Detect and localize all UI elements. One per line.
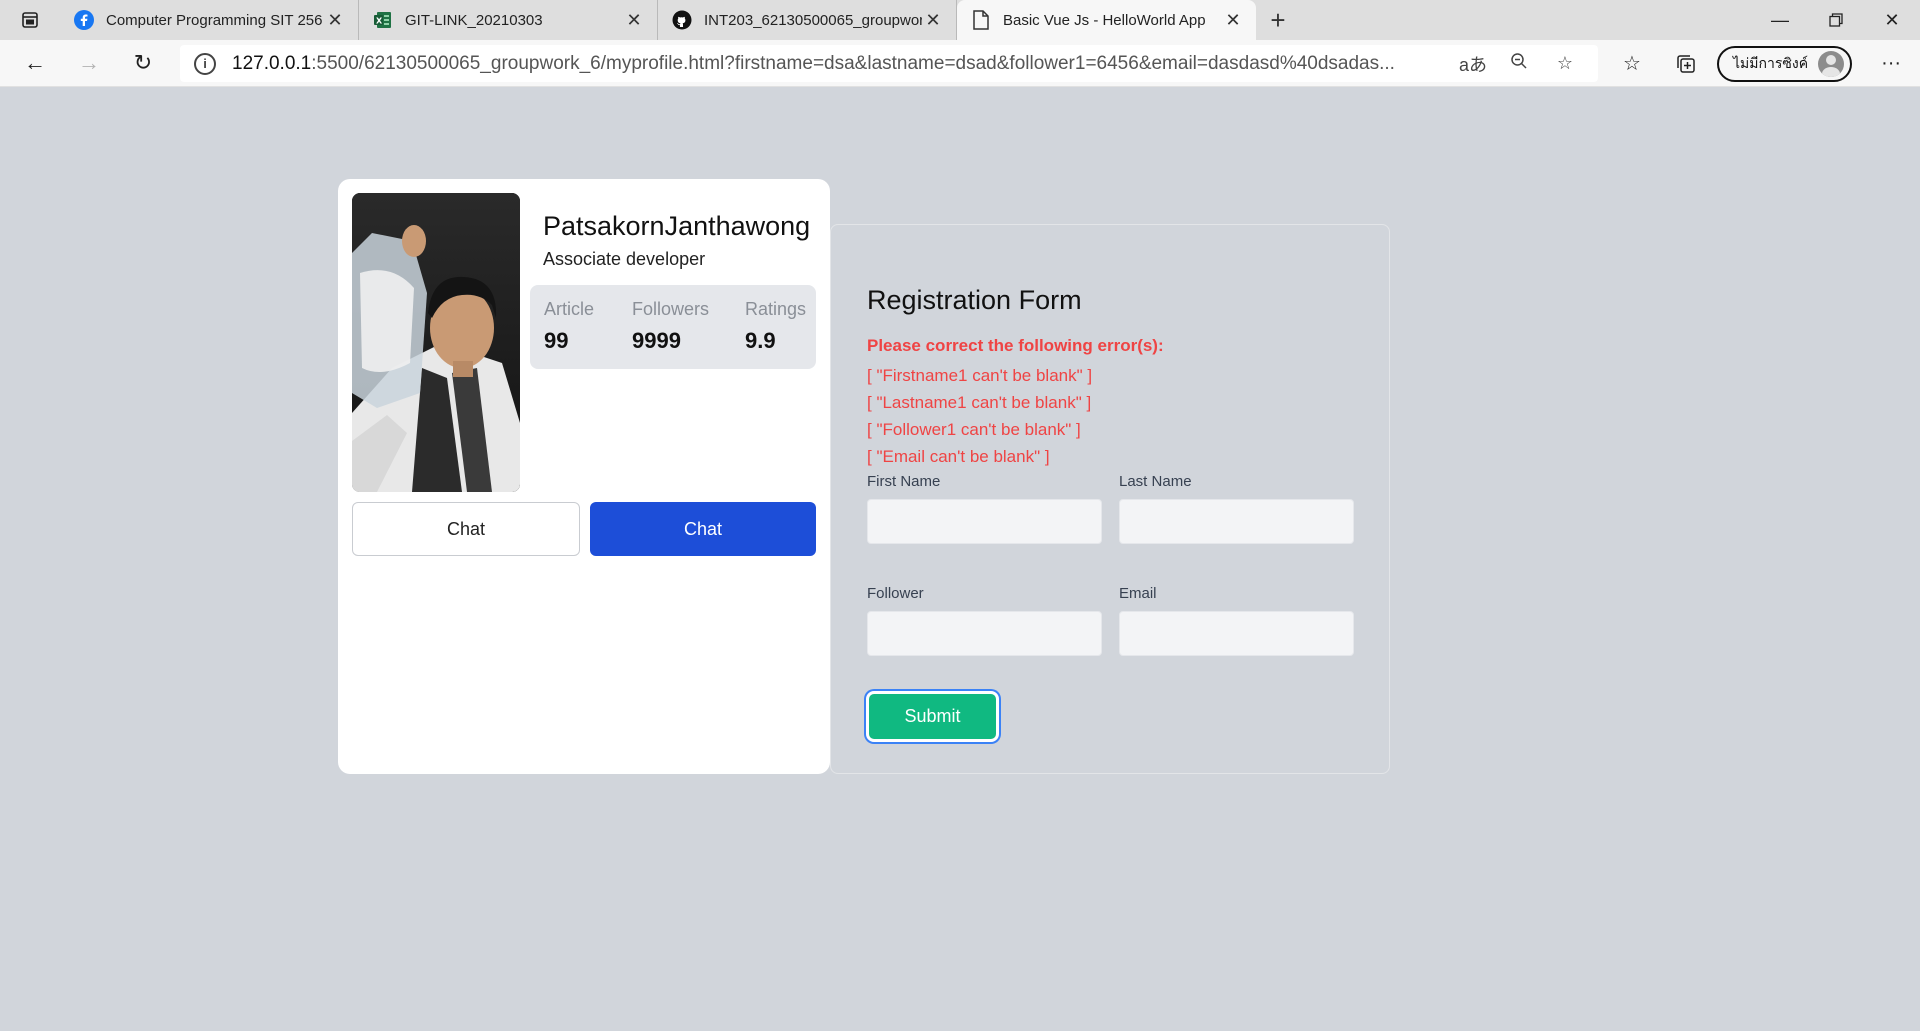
error-item: [ "Lastname1 can't be blank" ] (867, 393, 1092, 412)
tab-title: GIT-LINK_20210303 (405, 11, 543, 29)
stat-followers: Followers 9999 (632, 299, 709, 354)
stat-ratings: Ratings 9.9 (745, 299, 806, 354)
site-info-icon[interactable]: i (194, 52, 216, 75)
tab-actions-icon[interactable] (0, 0, 60, 40)
window-controls: — ✕ (1752, 0, 1920, 40)
error-item: [ "Firstname1 can't be blank" ] (867, 366, 1093, 385)
error-heading: Please correct the following error(s): (867, 336, 1164, 355)
profile-sync-label: ไม่มีการซิงค์ (1733, 54, 1809, 71)
email-label: Email (1119, 585, 1157, 602)
read-aloud-icon[interactable]: aあ (1450, 51, 1496, 77)
page-icon (971, 10, 991, 30)
close-window-icon[interactable]: ✕ (1864, 0, 1920, 40)
svg-text:X: X (376, 17, 383, 26)
profile-name: PatsakornJanthawong (543, 211, 811, 241)
close-icon[interactable]: ✕ (922, 10, 944, 31)
profile-photo (352, 193, 520, 492)
avatar-icon (1818, 50, 1845, 77)
sheets-icon: X (373, 10, 393, 30)
error-list: [ "Firstname1 can't be blank" ] [ "Lastn… (867, 362, 1092, 470)
refresh-icon[interactable]: ↻ (116, 40, 170, 87)
add-favorite-icon[interactable]: ☆ (1542, 53, 1588, 74)
browser-tab[interactable]: Computer Programming SIT 256 ✕ (60, 0, 359, 40)
favorites-icon[interactable]: ☆ (1605, 40, 1659, 87)
registration-form: Registration Form Please correct the fol… (830, 224, 1390, 774)
stat-label: Ratings (745, 299, 807, 319)
browser-tab[interactable]: INT203_62130500065_groupwor ✕ (658, 0, 957, 40)
facebook-icon (74, 10, 94, 30)
follower-label: Follower (867, 585, 924, 602)
stat-label: Article (544, 299, 595, 319)
address-bar[interactable]: i 127.0.0.1:5500/62130500065_groupwork_6… (180, 45, 1598, 82)
close-icon[interactable]: ✕ (324, 10, 346, 31)
back-icon[interactable]: ← (8, 40, 62, 87)
forward-icon[interactable]: → (62, 40, 116, 87)
url-text[interactable]: 127.0.0.1:5500/62130500065_groupwork_6/m… (232, 53, 1450, 75)
error-item: [ "Email can't be blank" ] (867, 447, 1050, 466)
chat-outline-button[interactable]: Chat (352, 502, 580, 556)
tab-title: INT203_62130500065_groupwor (704, 11, 922, 29)
stat-article: Article 99 (544, 299, 594, 354)
submit-button[interactable]: Submit (866, 691, 999, 742)
chat-primary-button[interactable]: Chat (590, 502, 816, 556)
stat-value: 9.9 (745, 328, 776, 353)
profile-stats: Article 99 Followers 9999 Ratings 9.9 (530, 285, 816, 369)
stat-value: 99 (544, 328, 569, 353)
profile-role: Associate developer (543, 249, 706, 269)
form-title: Registration Form (867, 285, 1082, 315)
last-name-input[interactable] (1119, 499, 1354, 544)
minimize-icon[interactable]: — (1752, 0, 1808, 40)
browser-toolbar: ← → ↻ i 127.0.0.1:5500/62130500065_group… (0, 40, 1920, 87)
first-name-input[interactable] (867, 499, 1102, 544)
stat-value: 9999 (632, 328, 681, 353)
profile-card: PatsakornJanthawong Associate developer … (338, 179, 830, 774)
browser-tab-active[interactable]: Basic Vue Js - HelloWorld App ✕ (957, 0, 1256, 40)
first-name-label: First Name (867, 473, 941, 490)
more-menu-icon[interactable]: ··· (1864, 40, 1918, 87)
new-tab-icon[interactable]: + (1256, 0, 1300, 40)
zoom-icon[interactable] (1496, 52, 1542, 75)
browser-tab[interactable]: X GIT-LINK_20210303 ✕ (359, 0, 658, 40)
page-content: PatsakornJanthawong Associate developer … (0, 88, 1920, 1031)
profile-button[interactable]: ไม่มีการซิงค์ (1717, 45, 1853, 82)
close-icon[interactable]: ✕ (1222, 10, 1244, 31)
tab-title: Basic Vue Js - HelloWorld App (1003, 11, 1206, 29)
close-icon[interactable]: ✕ (623, 10, 645, 31)
collections-icon[interactable] (1659, 40, 1713, 87)
tab-title: Computer Programming SIT 256 (106, 11, 323, 29)
follower-input[interactable] (867, 611, 1102, 656)
restore-icon[interactable] (1808, 0, 1864, 40)
last-name-label: Last Name (1119, 473, 1192, 490)
stat-label: Followers (632, 299, 710, 319)
browser-tab-bar: Computer Programming SIT 256 ✕ X GIT-LIN… (0, 0, 1920, 40)
error-item: [ "Follower1 can't be blank" ] (867, 420, 1081, 439)
github-icon (672, 10, 692, 30)
email-input[interactable] (1119, 611, 1354, 656)
